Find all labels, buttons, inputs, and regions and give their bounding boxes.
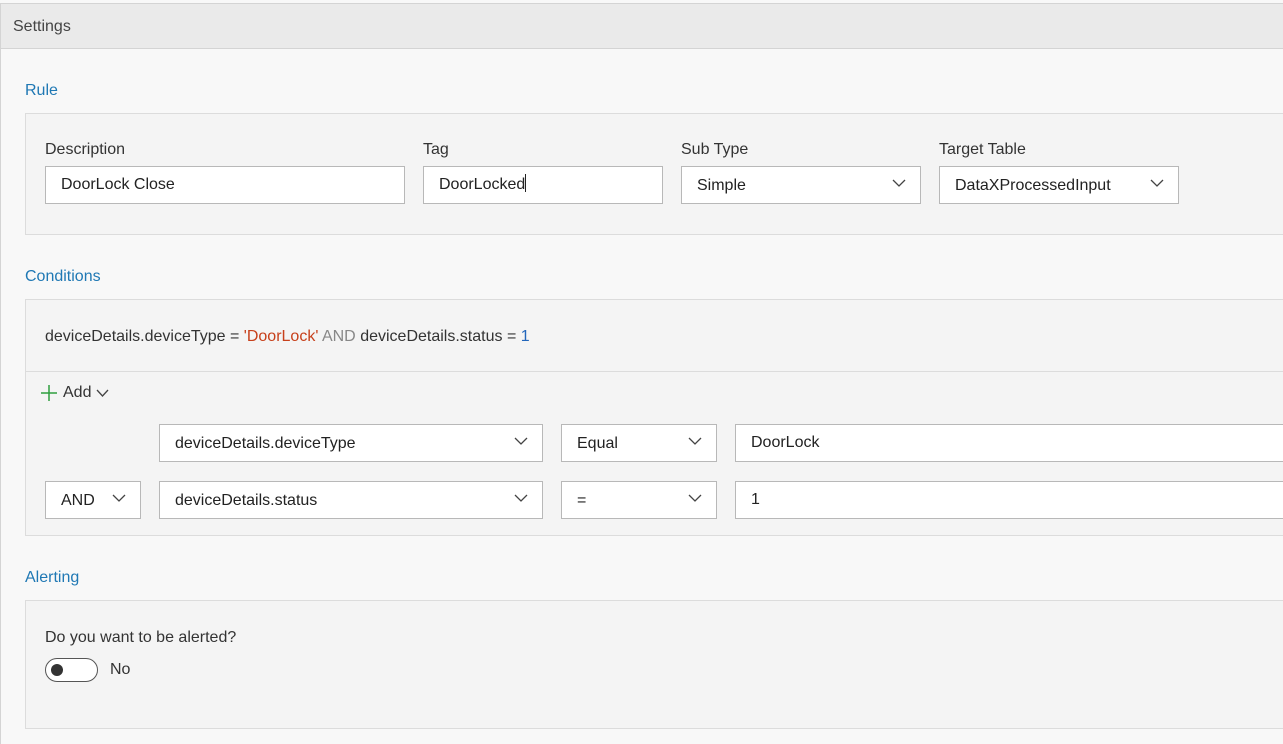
query-field-1: deviceDetails.deviceType bbox=[45, 328, 226, 345]
rule-section-title: Rule bbox=[25, 82, 58, 99]
condition-2-value: 1 bbox=[751, 491, 760, 508]
sub-type-value: Simple bbox=[697, 177, 746, 194]
condition-1-operator-value: Equal bbox=[577, 435, 618, 452]
page-title: Settings bbox=[13, 18, 71, 35]
toggle-knob bbox=[51, 664, 63, 676]
condition-1-value-input[interactable]: DoorLock bbox=[735, 424, 1283, 462]
target-table-label: Target Table bbox=[939, 141, 1026, 158]
query-joiner: AND bbox=[321, 328, 356, 345]
condition-2-conjunction-select[interactable]: AND bbox=[45, 481, 141, 519]
tag-value: DoorLocked bbox=[439, 176, 526, 193]
condition-query-preview: deviceDetails.deviceType = 'DoorLock' AN… bbox=[45, 328, 530, 346]
condition-2-operator-value: = bbox=[577, 492, 587, 509]
text-cursor bbox=[525, 174, 527, 192]
condition-1-operator-select[interactable]: Equal bbox=[561, 424, 717, 462]
alert-toggle[interactable] bbox=[45, 658, 98, 682]
query-field-2: deviceDetails.status bbox=[360, 328, 503, 345]
query-value-1: 'DoorLock' bbox=[243, 328, 319, 345]
add-condition-button[interactable]: Add bbox=[40, 382, 109, 404]
conditions-panel: deviceDetails.deviceType = 'DoorLock' AN… bbox=[25, 299, 1283, 536]
tag-label: Tag bbox=[423, 141, 449, 158]
condition-1-field-value: deviceDetails.deviceType bbox=[175, 435, 356, 452]
sub-type-label: Sub Type bbox=[681, 141, 749, 158]
conditions-section-title: Conditions bbox=[25, 268, 101, 285]
chevron-down-icon bbox=[688, 437, 702, 445]
alert-toggle-label: No bbox=[110, 661, 131, 678]
description-input[interactable]: DoorLock Close bbox=[45, 166, 405, 204]
chevron-down-icon bbox=[1150, 179, 1164, 187]
alert-question-label: Do you want to be alerted? bbox=[45, 629, 237, 646]
target-table-value: DataXProcessedInput bbox=[955, 177, 1111, 194]
query-value-2: 1 bbox=[520, 328, 530, 345]
settings-header: Settings bbox=[1, 4, 1283, 49]
condition-2-field-value: deviceDetails.status bbox=[175, 492, 318, 509]
description-value: DoorLock Close bbox=[61, 176, 175, 193]
condition-2-conjunction-value: AND bbox=[61, 492, 95, 509]
chevron-down-icon bbox=[96, 389, 109, 397]
condition-2-field-select[interactable]: deviceDetails.status bbox=[159, 481, 543, 519]
query-operator-2: = bbox=[506, 328, 517, 345]
add-label: Add bbox=[63, 384, 92, 401]
chevron-down-icon bbox=[514, 437, 528, 445]
chevron-down-icon bbox=[892, 179, 906, 187]
chevron-down-icon bbox=[514, 494, 528, 502]
divider bbox=[26, 371, 1283, 372]
settings-window: Settings Rule Description DoorLock Close… bbox=[0, 3, 1283, 744]
plus-icon bbox=[41, 385, 57, 401]
tag-input[interactable]: DoorLocked bbox=[423, 166, 663, 204]
condition-1-value: DoorLock bbox=[751, 434, 820, 451]
chevron-down-icon bbox=[688, 494, 702, 502]
description-label: Description bbox=[45, 141, 126, 158]
sub-type-select[interactable]: Simple bbox=[681, 166, 921, 204]
rule-panel: Description DoorLock Close Tag DoorLocke… bbox=[25, 113, 1283, 235]
query-operator-1: = bbox=[230, 328, 240, 345]
target-table-select[interactable]: DataXProcessedInput bbox=[939, 166, 1179, 204]
condition-2-value-input[interactable]: 1 bbox=[735, 481, 1283, 519]
chevron-down-icon bbox=[112, 494, 126, 502]
condition-1-field-select[interactable]: deviceDetails.deviceType bbox=[159, 424, 543, 462]
condition-2-operator-select[interactable]: = bbox=[561, 481, 717, 519]
alerting-section-title: Alerting bbox=[25, 569, 80, 586]
alerting-panel: Do you want to be alerted? No bbox=[25, 600, 1283, 729]
